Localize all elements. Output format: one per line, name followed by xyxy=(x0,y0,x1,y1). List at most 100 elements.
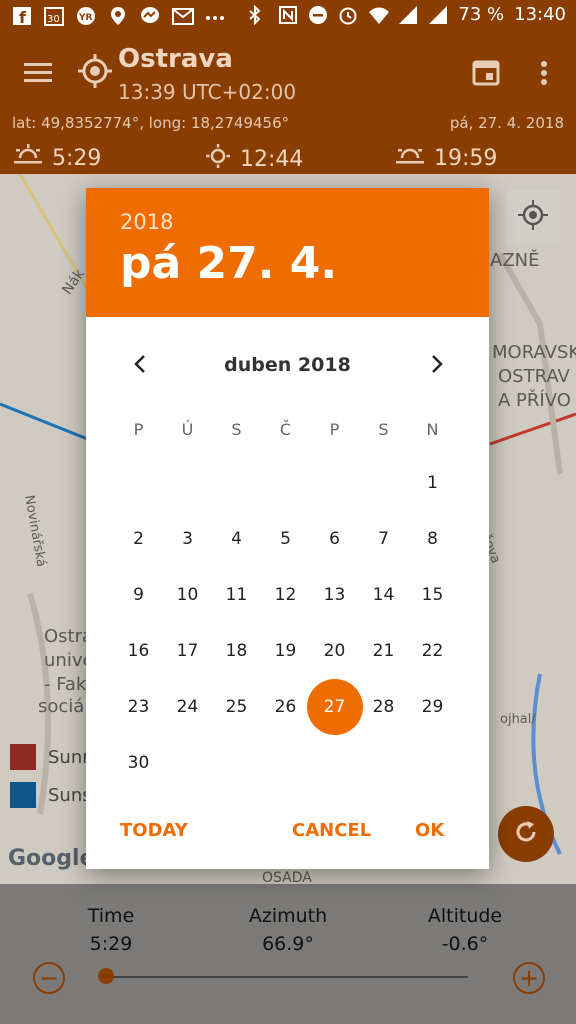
map-label: OSADA xyxy=(262,870,312,884)
day-cell[interactable]: 16 xyxy=(114,626,163,675)
day-cell[interactable]: 5 xyxy=(261,514,310,563)
svg-text:YR: YR xyxy=(78,13,93,23)
legend-swatch xyxy=(10,782,36,808)
solar-noon: 12:44 xyxy=(206,144,303,174)
noon-time: 12:44 xyxy=(240,146,304,172)
day-cell[interactable]: 6 xyxy=(310,514,359,563)
plus-icon: + xyxy=(518,964,540,992)
minus-icon: − xyxy=(38,964,60,992)
svg-text:30: 30 xyxy=(47,14,60,25)
map-label: A PŘÍVO xyxy=(498,390,571,411)
today-button[interactable]: TODAY xyxy=(120,820,188,841)
messenger-icon xyxy=(140,6,160,26)
sunset: 19:59 xyxy=(396,144,497,172)
legend-swatch xyxy=(10,744,36,770)
day-cell[interactable]: 19 xyxy=(261,626,310,675)
dnd-icon xyxy=(308,5,328,25)
menu-icon[interactable] xyxy=(24,60,54,90)
day-cell[interactable]: 11 xyxy=(212,570,261,619)
signal-icon xyxy=(428,5,448,25)
weekday-header: S xyxy=(231,420,242,439)
overflow-menu-icon[interactable] xyxy=(538,60,550,92)
google-logo: Google xyxy=(8,846,95,871)
next-month-button[interactable] xyxy=(419,348,455,384)
day-cell[interactable]: 14 xyxy=(359,570,408,619)
clock: 13:40 xyxy=(514,4,566,25)
day-cell[interactable]: 13 xyxy=(310,570,359,619)
refresh-button[interactable] xyxy=(498,806,554,862)
day-cell[interactable]: 28 xyxy=(359,682,408,731)
day-cell[interactable]: 23 xyxy=(114,682,163,731)
day-cell-selected[interactable]: 27 xyxy=(306,678,363,735)
day-cell[interactable]: 10 xyxy=(163,570,212,619)
gps-location-icon[interactable] xyxy=(78,54,112,92)
weekday-header: Č xyxy=(279,420,292,439)
day-cell[interactable]: 30 xyxy=(114,738,163,787)
day-cell[interactable]: 8 xyxy=(408,514,457,563)
date-picker-header: 2018 pá 27. 4. xyxy=(86,188,489,317)
day-cell[interactable]: 24 xyxy=(163,682,212,731)
facebook-icon: f xyxy=(12,6,32,27)
day-cell[interactable]: 21 xyxy=(359,626,408,675)
coordinates: lat: 49,8352774°, long: 18,2749456° xyxy=(12,114,290,132)
refresh-icon xyxy=(512,818,540,850)
day-cell[interactable]: 17 xyxy=(163,626,212,675)
selected-date-label: pá, 27. 4. 2018 xyxy=(449,114,564,132)
location-title: Ostrava xyxy=(118,44,233,74)
svg-text:f: f xyxy=(19,8,27,26)
date-picker-dialog: 2018 pá 27. 4. duben 2018 PÚSČPSN1234567… xyxy=(86,188,489,869)
time-value: 5:29 xyxy=(89,933,133,955)
bluetooth-icon xyxy=(248,4,268,25)
altitude-column: Altitude -0.6° xyxy=(420,902,510,958)
legend-item-sunrise: Sunri xyxy=(10,744,95,770)
day-cell[interactable]: 3 xyxy=(163,514,212,563)
month-navigation: duben 2018 xyxy=(86,348,489,384)
nfc-icon xyxy=(278,5,298,25)
day-cell[interactable]: 1 xyxy=(408,458,457,507)
time-slider-thumb[interactable] xyxy=(98,968,114,984)
yr-icon: YR xyxy=(76,6,96,26)
weekday-header: N xyxy=(426,420,439,439)
time-column: Time 5:29 xyxy=(66,902,156,958)
year-selector[interactable]: 2018 xyxy=(120,210,173,234)
map-label: sociál xyxy=(38,696,90,717)
map-label: - Fak xyxy=(44,674,87,695)
azimuth-column: Azimuth 66.9° xyxy=(238,902,338,958)
day-cell[interactable]: 22 xyxy=(408,626,457,675)
day-cell[interactable]: 2 xyxy=(114,514,163,563)
more-icon xyxy=(204,6,224,26)
cancel-button[interactable]: CANCEL xyxy=(292,820,371,841)
battery-text: 73 % xyxy=(458,4,505,25)
weekday-header: P xyxy=(329,420,340,439)
day-cell[interactable]: 12 xyxy=(261,570,310,619)
sunrise-time: 5:29 xyxy=(52,145,102,171)
alarm-icon xyxy=(338,5,358,25)
calendar-icon[interactable] xyxy=(472,58,500,90)
weekday-header: Ú xyxy=(181,420,194,439)
day-cell[interactable]: 26 xyxy=(261,682,310,731)
day-cell[interactable]: 29 xyxy=(408,682,457,731)
sun-icon xyxy=(206,144,230,174)
location-time: 13:39 UTC+02:00 xyxy=(118,80,297,104)
increment-button[interactable]: + xyxy=(513,962,545,994)
my-location-button[interactable] xyxy=(506,190,560,244)
my-location-icon xyxy=(518,200,548,234)
day-cell[interactable]: 7 xyxy=(359,514,408,563)
day-cell[interactable]: 18 xyxy=(212,626,261,675)
day-cell[interactable]: 20 xyxy=(310,626,359,675)
day-cell[interactable]: 4 xyxy=(212,514,261,563)
day-cell[interactable]: 9 xyxy=(114,570,163,619)
notification-icons: f 30 YR xyxy=(12,6,224,27)
calendar30-icon: 30 xyxy=(44,6,64,26)
chevron-right-icon xyxy=(429,354,445,378)
time-slider-track[interactable] xyxy=(106,976,468,978)
day-cell[interactable]: 15 xyxy=(408,570,457,619)
azimuth-label: Azimuth xyxy=(248,905,328,927)
decrement-button[interactable]: − xyxy=(33,962,65,994)
day-cell[interactable]: 25 xyxy=(212,682,261,731)
bottom-panel: Time 5:29 Azimuth 66.9° Altitude -0.6° −… xyxy=(0,884,576,1024)
ok-button[interactable]: OK xyxy=(415,820,444,841)
legend-item-sunset: Suns xyxy=(10,782,92,808)
wifi-icon xyxy=(368,5,390,25)
sunrise-icon xyxy=(14,144,42,172)
